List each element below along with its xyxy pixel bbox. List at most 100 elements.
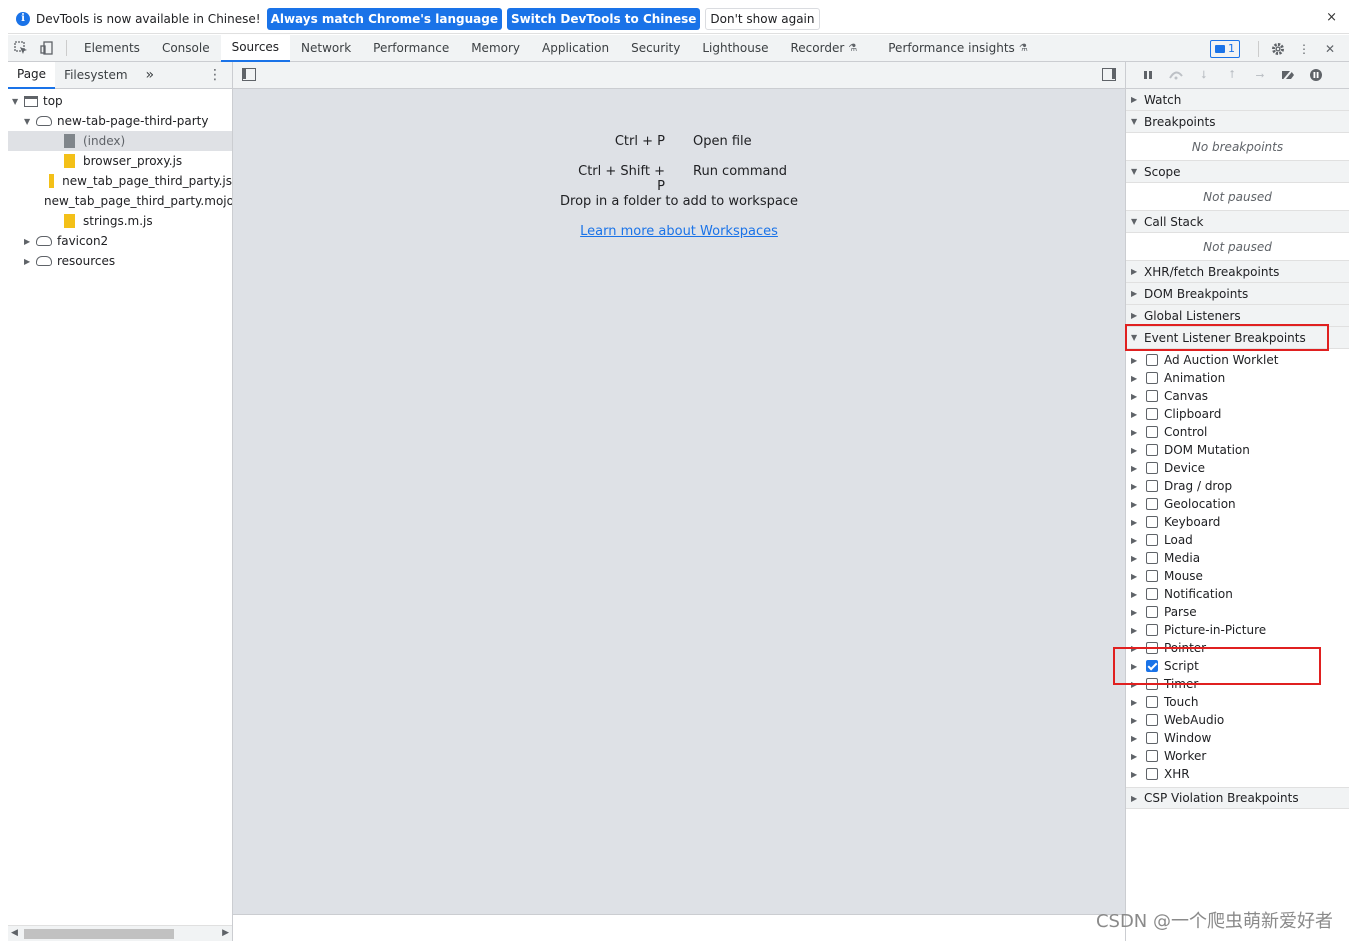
tab-lighthouse[interactable]: Lighthouse <box>691 35 779 62</box>
event-category-ad-auction-worklet[interactable]: ▶ Ad Auction Worklet <box>1126 351 1349 369</box>
tree-item[interactable]: new_tab_page_third_party.js <box>8 171 232 191</box>
always-match-language-button[interactable]: Always match Chrome's language <box>266 7 502 30</box>
xhr-breakpoints-section[interactable]: ▶ XHR/fetch Breakpoints <box>1126 261 1349 283</box>
event-category-window[interactable]: ▶ Window <box>1126 729 1349 747</box>
event-category-picture-in-picture[interactable]: ▶ Picture-in-Picture <box>1126 621 1349 639</box>
call-stack-section[interactable]: ▼ Call Stack <box>1126 211 1349 233</box>
checkbox[interactable] <box>1146 354 1158 366</box>
collapsed-triangle-icon[interactable]: ▶ <box>1131 680 1141 689</box>
gear-icon[interactable] <box>1265 36 1291 62</box>
collapsed-triangle-icon[interactable]: ▶ <box>1131 572 1141 581</box>
checkbox[interactable] <box>1146 696 1158 708</box>
checkbox-checked[interactable] <box>1146 660 1158 672</box>
tree-item[interactable]: new_tab_page_third_party.mojom-webui.js <box>8 191 232 211</box>
step-into-icon[interactable]: ⭣ <box>1190 65 1218 85</box>
pause-on-exceptions-icon[interactable] <box>1302 65 1330 85</box>
more-options-icon[interactable]: ⋮ <box>1291 36 1317 62</box>
event-category-touch[interactable]: ▶ Touch <box>1126 693 1349 711</box>
checkbox[interactable] <box>1146 624 1158 636</box>
checkbox[interactable] <box>1146 426 1158 438</box>
event-category-clipboard[interactable]: ▶ Clipboard <box>1126 405 1349 423</box>
deactivate-breakpoints-icon[interactable] <box>1274 65 1302 85</box>
dom-breakpoints-section[interactable]: ▶ DOM Breakpoints <box>1126 283 1349 305</box>
event-category-animation[interactable]: ▶ Animation <box>1126 369 1349 387</box>
event-category-parse[interactable]: ▶ Parse <box>1126 603 1349 621</box>
scroll-right-icon[interactable]: ▶ <box>222 928 229 938</box>
tab-memory[interactable]: Memory <box>460 35 531 62</box>
checkbox[interactable] <box>1146 390 1158 402</box>
scroll-left-icon[interactable]: ◀ <box>11 928 18 938</box>
checkbox[interactable] <box>1146 642 1158 654</box>
event-category-mouse[interactable]: ▶ Mouse <box>1126 567 1349 585</box>
event-category-drag-drop[interactable]: ▶ Drag / drop <box>1126 477 1349 495</box>
tree-item[interactable]: ▼ top <box>8 91 232 111</box>
checkbox[interactable] <box>1146 516 1158 528</box>
event-category-control[interactable]: ▶ Control <box>1126 423 1349 441</box>
collapsed-triangle-icon[interactable]: ▶ <box>1131 500 1141 509</box>
tab-application[interactable]: Application <box>531 35 620 62</box>
event-category-pointer[interactable]: ▶ Pointer <box>1126 639 1349 657</box>
watch-section[interactable]: ▶ Watch <box>1126 89 1349 111</box>
issues-counter-button[interactable]: 1 <box>1210 39 1240 58</box>
tab-performance-insights[interactable]: Performance insights ⚗ <box>877 35 1039 62</box>
event-category-media[interactable]: ▶ Media <box>1126 549 1349 567</box>
collapsed-triangle-icon[interactable]: ▶ <box>1131 662 1141 671</box>
collapsed-triangle-icon[interactable]: ▶ <box>1131 626 1141 635</box>
checkbox[interactable] <box>1146 768 1158 780</box>
collapsed-triangle-icon[interactable]: ▶ <box>1131 716 1141 725</box>
event-category-geolocation[interactable]: ▶ Geolocation <box>1126 495 1349 513</box>
collapsed-triangle-icon[interactable]: ▶ <box>1131 446 1141 455</box>
tab-console[interactable]: Console <box>151 35 221 62</box>
event-category-keyboard[interactable]: ▶ Keyboard <box>1126 513 1349 531</box>
event-category-xhr[interactable]: ▶ XHR <box>1126 765 1349 783</box>
tab-filesystem[interactable]: Filesystem <box>55 62 136 89</box>
collapsed-triangle-icon[interactable]: ▶ <box>1131 698 1141 707</box>
collapsed-triangle-icon[interactable]: ▶ <box>1131 554 1141 563</box>
scope-section[interactable]: ▼ Scope <box>1126 161 1349 183</box>
event-category-notification[interactable]: ▶ Notification <box>1126 585 1349 603</box>
checkbox[interactable] <box>1146 444 1158 456</box>
tree-item[interactable]: ▶ favicon2 <box>8 231 232 251</box>
checkbox[interactable] <box>1146 372 1158 384</box>
collapsed-triangle-icon[interactable]: ▶ <box>1131 464 1141 473</box>
collapsed-triangle-icon[interactable]: ▶ <box>1131 482 1141 491</box>
collapsed-triangle-icon[interactable]: ▶ <box>1131 770 1141 779</box>
scrollbar-thumb[interactable] <box>24 929 174 939</box>
event-category-webaudio[interactable]: ▶ WebAudio <box>1126 711 1349 729</box>
event-category-device[interactable]: ▶ Device <box>1126 459 1349 477</box>
toggle-debugger-icon[interactable] <box>1102 68 1116 81</box>
collapsed-triangle-icon[interactable]: ▶ <box>1131 644 1141 653</box>
tab-page[interactable]: Page <box>8 61 56 89</box>
tree-item[interactable]: strings.m.js <box>8 211 232 231</box>
collapsed-triangle-icon[interactable]: ▶ <box>1131 608 1141 617</box>
tab-recorder[interactable]: Recorder ⚗ <box>780 35 878 62</box>
event-category-load[interactable]: ▶ Load <box>1126 531 1349 549</box>
step-icon[interactable]: ⭢ <box>1246 65 1274 85</box>
horizontal-scrollbar[interactable]: ◀ ▶ <box>8 925 232 941</box>
checkbox[interactable] <box>1146 552 1158 564</box>
collapsed-triangle-icon[interactable]: ▶ <box>1131 428 1141 437</box>
event-category-timer[interactable]: ▶ Timer <box>1126 675 1349 693</box>
checkbox[interactable] <box>1146 588 1158 600</box>
collapsed-triangle-icon[interactable]: ▶ <box>1131 536 1141 545</box>
tab-sources[interactable]: Sources <box>220 34 291 62</box>
event-category-dom-mutation[interactable]: ▶ DOM Mutation <box>1126 441 1349 459</box>
collapsed-triangle-icon[interactable]: ▶ <box>1131 734 1141 743</box>
global-listeners-section[interactable]: ▶ Global Listeners <box>1126 305 1349 327</box>
collapsed-triangle-icon[interactable]: ▶ <box>1131 392 1141 401</box>
event-category-worker[interactable]: ▶ Worker <box>1126 747 1349 765</box>
event-category-script[interactable]: ▶ Script <box>1126 657 1349 675</box>
checkbox[interactable] <box>1146 462 1158 474</box>
learn-workspaces-link[interactable]: Learn more about Workspaces <box>233 224 1125 239</box>
checkbox[interactable] <box>1146 678 1158 690</box>
checkbox[interactable] <box>1146 606 1158 618</box>
step-out-icon[interactable]: ⭡ <box>1218 65 1246 85</box>
collapsed-triangle-icon[interactable]: ▶ <box>1131 752 1141 761</box>
collapsed-triangle-icon[interactable]: ▶ <box>1131 590 1141 599</box>
checkbox[interactable] <box>1146 408 1158 420</box>
tree-item[interactable]: ▼ new-tab-page-third-party <box>8 111 232 131</box>
close-devtools-icon[interactable]: ✕ <box>1317 36 1343 62</box>
tab-performance[interactable]: Performance <box>362 35 460 62</box>
event-listener-breakpoints-section[interactable]: ▼ Event Listener Breakpoints <box>1126 327 1349 349</box>
toggle-navigator-icon[interactable] <box>242 68 256 81</box>
